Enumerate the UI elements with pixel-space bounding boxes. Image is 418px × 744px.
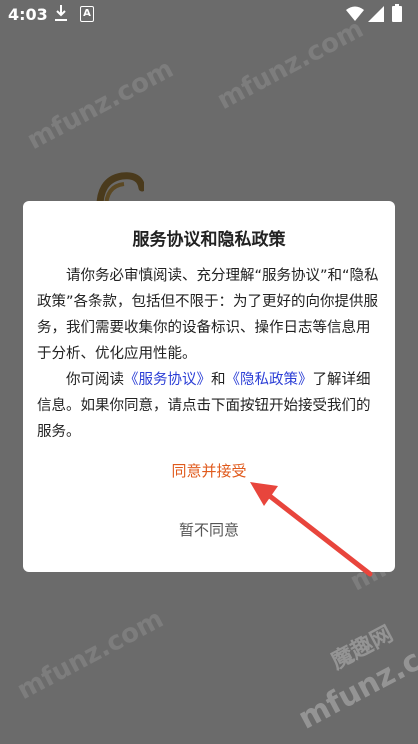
paragraph-text: 和 (211, 372, 226, 388)
dialog-body: 请你务必审慎阅读、充分理解“服务协议”和“隐私政策”各条款，包括但不限于：为了更… (37, 263, 383, 445)
watermark: mfunz.com (212, 14, 369, 116)
a-badge-icon: A (80, 6, 94, 22)
dialog-title: 服务协议和隐私政策 (132, 230, 286, 250)
signal-icon (368, 6, 384, 22)
privacy-policy-link[interactable]: 《隐私政策》 (226, 372, 313, 388)
service-agreement-link[interactable]: 《服务协议》 (124, 372, 211, 388)
battery-icon (392, 4, 402, 22)
paragraph-text: 你可阅读 (66, 372, 124, 388)
download-icon (55, 5, 67, 21)
watermark: mfunz.com (12, 604, 169, 706)
annotation-arrow-icon (250, 482, 373, 577)
status-time: 4:03 (8, 5, 48, 24)
dialog-paragraph-2: 你可阅读《服务协议》和《隐私政策》了解详细信息。如果你同意，请点击下面按钮开始接… (37, 367, 383, 445)
watermark: mfunz.com (22, 54, 179, 156)
dialog-paragraph-1: 请你务必审慎阅读、充分理解“服务协议”和“隐私政策”各条款，包括但不限于：为了更… (37, 268, 379, 362)
